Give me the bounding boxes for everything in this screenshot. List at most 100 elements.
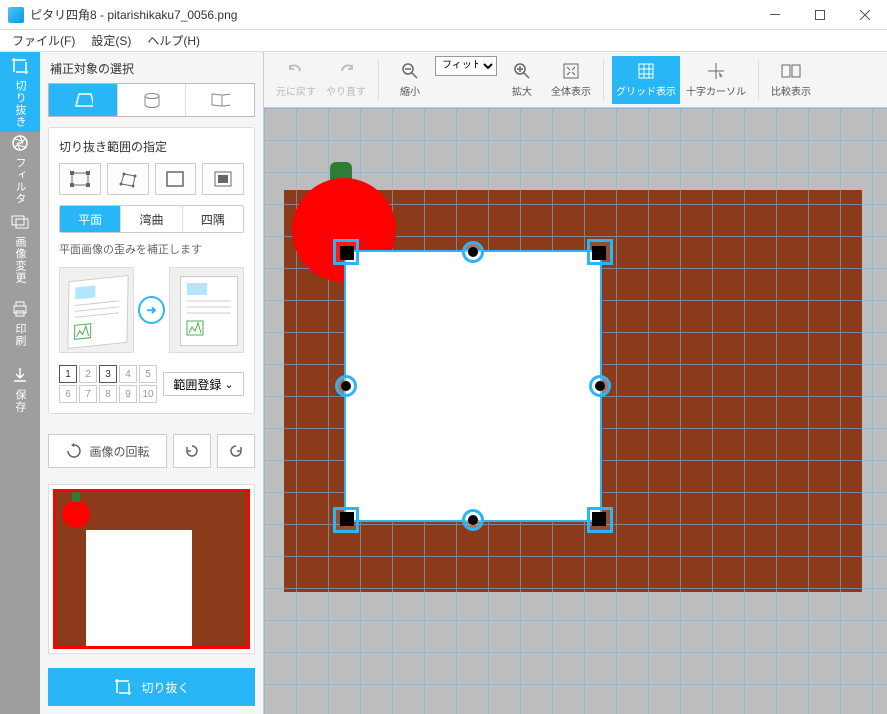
range-register-label: 範囲登録 [173, 376, 221, 393]
rotate-label: 画像の回転 [89, 443, 149, 460]
crosshair-label: 十字カーソル [686, 83, 746, 98]
main-layout: 切り抜き フィルタ 画像変更 印刷 保存 補正対象の選択 [0, 52, 887, 714]
fit-all-button[interactable]: 全体表示 [547, 56, 595, 104]
menu-settings[interactable]: 設定(S) [83, 32, 139, 49]
preset-10[interactable]: 10 [139, 385, 157, 403]
canvas-area: 元に戻す やり直す 縮小 フィット 拡大 [264, 52, 887, 714]
tool-outline[interactable] [155, 163, 197, 195]
preset-numbers: 1 2 3 4 5 6 7 8 9 10 [59, 365, 157, 403]
cylinder-icon [142, 92, 162, 108]
target-tab-trapezoid[interactable] [49, 84, 118, 116]
crop-icon [10, 56, 30, 76]
preset-8[interactable]: 8 [99, 385, 117, 403]
zoom-select[interactable]: フィット [435, 56, 497, 76]
grid-icon [636, 61, 656, 81]
zoom-out-button[interactable]: 縮小 [387, 56, 433, 104]
rail-change-label: 画像変更 [12, 236, 28, 284]
range-register-dropdown[interactable]: 範囲登録 ⌄ [163, 372, 244, 396]
menu-help[interactable]: ヘルプ(H) [139, 32, 208, 49]
menu-file[interactable]: ファイル(F) [4, 32, 83, 49]
preset-7[interactable]: 7 [79, 385, 97, 403]
fit-all-icon [561, 61, 581, 81]
handle-top-right[interactable] [587, 239, 613, 265]
grid-button[interactable]: グリッド表示 [612, 56, 680, 104]
seg-curve[interactable]: 湾曲 [121, 206, 182, 232]
titlebar: ピタリ四角8 - pitarishikaku7_0056.png [0, 0, 887, 30]
target-tab-cylinder[interactable] [118, 84, 187, 116]
handle-right-mid[interactable] [589, 375, 611, 397]
rail-print[interactable]: 印刷 [0, 290, 40, 356]
zoom-in-button[interactable]: 拡大 [499, 56, 545, 104]
grid-label: グリッド表示 [616, 83, 676, 98]
rotate-right-icon [228, 443, 244, 459]
seg-flat[interactable]: 平面 [60, 206, 121, 232]
redo-button[interactable]: やり直す [322, 56, 370, 104]
book-icon [210, 92, 230, 108]
window-buttons [752, 0, 887, 29]
rail-crop-label: 切り抜き [12, 80, 28, 128]
close-button[interactable] [842, 0, 887, 29]
maximize-button[interactable] [797, 0, 842, 29]
rail-save[interactable]: 保存 [0, 356, 40, 422]
crop-rectangle[interactable] [344, 250, 602, 522]
printer-icon [10, 299, 30, 319]
image-preview-canvas[interactable] [53, 489, 250, 649]
rotate-right-button[interactable] [217, 434, 255, 468]
handle-bottom-left[interactable] [333, 507, 359, 533]
preset-5[interactable]: 5 [139, 365, 157, 383]
preview-paper-shape [86, 530, 192, 646]
fit-all-label: 全体表示 [551, 83, 591, 98]
preset-6[interactable]: 6 [59, 385, 77, 403]
target-tab-book[interactable] [186, 84, 254, 116]
crosshair-icon [706, 61, 726, 81]
polygon-icon [117, 170, 139, 188]
crop-range-section: 切り抜き範囲の指定 平面 湾曲 四隅 平面画像の歪みを補正します ➜ [48, 127, 255, 414]
tool-filled[interactable] [202, 163, 244, 195]
arrow-right-icon: ➜ [138, 296, 165, 324]
rail-filter[interactable]: フィルタ [0, 132, 40, 206]
window-title: ピタリ四角8 - pitarishikaku7_0056.png [30, 6, 752, 23]
redo-label: やり直す [326, 83, 366, 98]
tool-rectangle[interactable] [59, 163, 101, 195]
close-icon [860, 10, 870, 20]
rectangle-handles-icon [69, 170, 91, 188]
rail-crop[interactable]: 切り抜き [0, 52, 40, 132]
preset-4[interactable]: 4 [119, 365, 137, 383]
handle-bottom-mid[interactable] [462, 509, 484, 531]
before-thumb [59, 267, 134, 353]
seg-corner[interactable]: 四隅 [183, 206, 243, 232]
tool-polygon[interactable] [107, 163, 149, 195]
image-preview [48, 484, 255, 654]
menubar: ファイル(F) 設定(S) ヘルプ(H) [0, 30, 887, 52]
rotate-icon [65, 442, 83, 460]
handle-bottom-right[interactable] [587, 507, 613, 533]
rail-print-label: 印刷 [12, 323, 28, 347]
minimize-button[interactable] [752, 0, 797, 29]
rotate-button[interactable]: 画像の回転 [48, 434, 167, 468]
crop-action-label: 切り抜く [141, 679, 189, 696]
correction-preview: ➜ [59, 265, 244, 355]
undo-button[interactable]: 元に戻す [272, 56, 320, 104]
separator [603, 60, 604, 100]
rail-change[interactable]: 画像変更 [0, 206, 40, 290]
crop-tools [59, 163, 244, 195]
handle-top-left[interactable] [333, 239, 359, 265]
compare-button[interactable]: 比較表示 [767, 56, 815, 104]
select-target-heading: 補正対象の選択 [40, 52, 263, 83]
preset-3[interactable]: 3 [99, 365, 117, 383]
preset-9[interactable]: 9 [119, 385, 137, 403]
preset-2[interactable]: 2 [79, 365, 97, 383]
square-outline-icon [165, 170, 185, 188]
after-thumb [169, 267, 244, 353]
canvas-content[interactable] [264, 108, 887, 714]
crop-action-button[interactable]: 切り抜く [48, 668, 255, 706]
handle-left-mid[interactable] [335, 375, 357, 397]
preset-1[interactable]: 1 [59, 365, 77, 383]
crop-range-title: 切り抜き範囲の指定 [59, 138, 244, 155]
rotate-left-button[interactable] [173, 434, 211, 468]
crosshair-button[interactable]: 十字カーソル [682, 56, 750, 104]
redo-icon [336, 61, 356, 81]
maximize-icon [815, 10, 825, 20]
handle-top-mid[interactable] [462, 241, 484, 263]
zoom-out-label: 縮小 [400, 83, 420, 98]
